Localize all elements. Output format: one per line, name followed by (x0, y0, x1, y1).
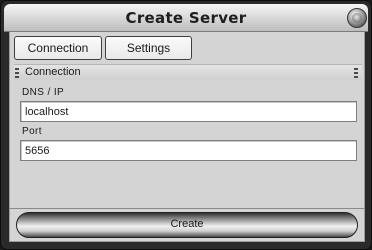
section-title: Connection (25, 66, 81, 78)
grip-handle-icon (354, 68, 358, 78)
create-button[interactable]: Create (16, 212, 358, 238)
close-icon[interactable] (347, 8, 367, 28)
port-label: Port (22, 126, 42, 137)
connection-section-header[interactable]: Connection (14, 64, 362, 80)
tab-connection[interactable]: Connection (14, 36, 102, 60)
title-bar[interactable]: Create Server (4, 4, 368, 32)
grip-handle-icon (15, 68, 19, 78)
create-button-label: Create (170, 218, 204, 230)
window-title: Create Server (125, 9, 247, 27)
create-server-dialog: Create Server Connection Settings Connec… (0, 0, 372, 250)
dialog-footer: Create (9, 208, 365, 242)
port-input[interactable]: 5656 (20, 140, 357, 161)
dns-ip-input[interactable]: localhost (20, 101, 357, 122)
dialog-body: Connection Settings Connection DNS / IP … (9, 32, 365, 208)
dns-ip-label: DNS / IP (22, 87, 65, 98)
tab-settings[interactable]: Settings (105, 36, 192, 60)
